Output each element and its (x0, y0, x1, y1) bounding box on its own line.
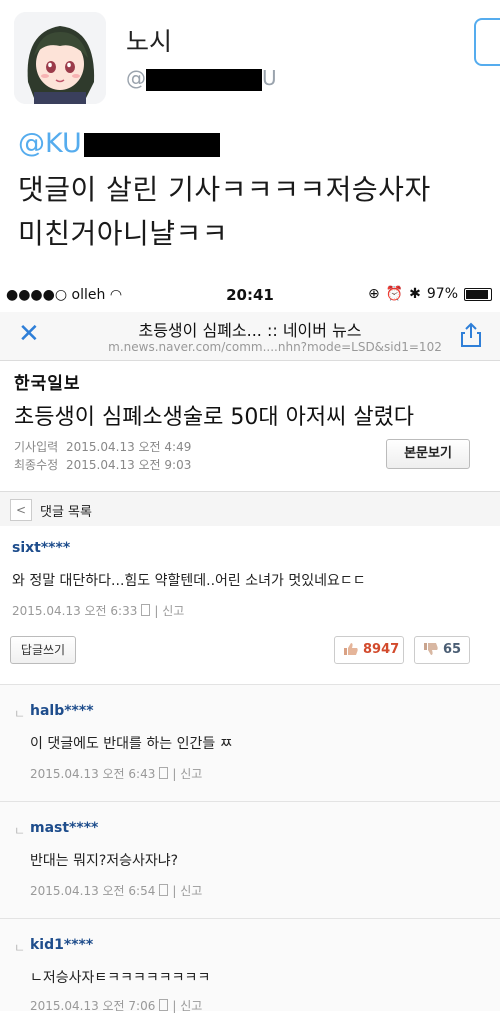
view-full-article-button[interactable]: 본문보기 (386, 439, 470, 469)
comment-date: 2015.04.13 오전 6:43 (30, 767, 156, 781)
edit-label: 최종수정 (14, 458, 59, 472)
comment-date: 2015.04.13 오전 6:54 (30, 884, 156, 898)
tweet-text-line-1: 댓글이 살린 기사ㅋㅋㅋㅋ저승사자 (18, 173, 431, 206)
article-input-time: 기사입력 2015.04.13 오전 4:49 (14, 438, 191, 455)
back-icon[interactable]: < (10, 499, 32, 521)
avatar[interactable] (14, 12, 106, 104)
report-link[interactable]: 신고 (180, 884, 202, 898)
comment-text: 와 정말 대단하다...힘도 약할텐데..어린 소녀가 멋있네요ㄷㄷ (12, 573, 366, 589)
thumbs-down-icon (424, 643, 438, 655)
mention-text: @KU (18, 128, 82, 159)
article-headline: 초등생이 심폐소생술로 50대 아저씨 살렸다 (14, 405, 415, 430)
handle-suffix: U (262, 66, 277, 90)
reply-mark: ㄴ (14, 707, 26, 721)
embedded-phone-screenshot: ●●●●○ olleh ◠ 20:41 ⊕ ⏰ ✱ 97% ✕ 초등생이 심폐소… (0, 278, 500, 1013)
redaction-bar (83, 132, 220, 157)
comment-list-label: 댓글 목록 (40, 505, 92, 520)
alarm-icon: ⊕ (367, 286, 380, 302)
page-title: 초등생이 심폐소... :: 네이버 뉴스 (138, 321, 362, 340)
thumbs-up-icon (344, 643, 358, 655)
report-link[interactable]: 신고 (180, 767, 202, 781)
article-header: 한국일보 초등생이 심폐소생술로 50대 아저씨 살렸다 기사입력 2015.0… (0, 361, 500, 473)
tweet-text-line-2: 미친거아니냘ㅋㅋ (18, 217, 229, 250)
edit-date: 2015.04.13 오전 9:03 (66, 458, 192, 472)
comment-author[interactable]: sixt**** (12, 540, 70, 556)
phone-icon (141, 604, 151, 616)
press-logo[interactable]: 한국일보 (14, 369, 81, 394)
battery-percent: 97% (426, 286, 458, 302)
reply-item: ㄴ mast**** 반대는 뭐지?저승사자냐? 2015.04.13 오전 6… (0, 802, 500, 919)
share-icon[interactable] (460, 322, 482, 348)
phone-icon (159, 767, 169, 779)
comment-meta: 2015.04.13 오전 7:06 | 신고 (30, 999, 203, 1013)
comment-author[interactable]: halb**** (30, 703, 94, 719)
status-bar: ●●●●○ olleh ◠ 20:41 ⊕ ⏰ ✱ 97% (0, 278, 500, 312)
comment-meta: 2015.04.13 오전 6:43 | 신고 (30, 767, 203, 781)
reply-mark: ㄴ (14, 941, 26, 955)
comment-meta: 2015.04.13 오전 6:54 | 신고 (30, 884, 203, 898)
battery-icon (464, 287, 492, 301)
like-count: 8947 (363, 642, 400, 657)
article-edit-time: 최종수정 2015.04.13 오전 9:03 (14, 456, 191, 473)
comment-author[interactable]: mast**** (30, 820, 98, 836)
comment-text: 이 댓글에도 반대를 하는 인간들 ㅉ (30, 736, 233, 752)
report-link[interactable]: 신고 (162, 604, 184, 618)
browser-nav-bar: ✕ 초등생이 심폐소... :: 네이버 뉴스 m.news.naver.com… (0, 312, 500, 361)
comment-author[interactable]: kid1**** (30, 937, 93, 953)
bluetooth-icon: ✱ (409, 286, 421, 302)
phone-icon (159, 999, 169, 1011)
input-label: 기사입력 (14, 440, 59, 454)
reply-item: ㄴ halb**** 이 댓글에도 반대를 하는 인간들 ㅉ 2015.04.1… (0, 685, 500, 802)
follow-button[interactable] (474, 18, 500, 66)
comment-date: 2015.04.13 오전 6:33 (12, 604, 138, 618)
phone-icon (159, 884, 169, 896)
comment-text: 반대는 뭐지?저승사자냐? (30, 853, 179, 869)
dislike-button[interactable]: 65 (414, 636, 470, 664)
comment-text: ㄴ저승사자ㅌㅋㅋㅋㅋㅋㅋㅋㅋ (30, 970, 211, 986)
status-right: ⊕ ⏰ ✱ 97% (368, 286, 492, 302)
comment-list-bar[interactable]: < 댓글 목록 (0, 491, 500, 527)
clock-icon: ⏰ (385, 286, 404, 302)
user-handle[interactable]: @ U (126, 66, 277, 91)
comment-item: sixt**** 와 정말 대단하다...힘도 약할텐데..어린 소녀가 멋있네… (0, 526, 500, 685)
like-button[interactable]: 8947 (334, 636, 404, 664)
write-reply-button[interactable]: 답글쓰기 (10, 636, 76, 664)
display-name[interactable]: 노시 (126, 22, 172, 58)
page-url[interactable]: m.news.naver.com/comm....nhn?mode=LSD&si… (0, 340, 500, 354)
handle-prefix: @ (126, 66, 146, 90)
input-date: 2015.04.13 오전 4:49 (66, 440, 192, 454)
tweet-card: 노시 @ U @KU 댓글이 살린 기사ㅋㅋㅋㅋ저승사자 미친거아니냘ㅋㅋ (0, 0, 500, 262)
dislike-count: 65 (443, 642, 462, 657)
comment-meta: 2015.04.13 오전 6:33 | 신고 (12, 604, 185, 618)
redaction-bar (146, 68, 262, 91)
reply-item: ㄴ kid1**** ㄴ저승사자ㅌㅋㅋㅋㅋㅋㅋㅋㅋ 2015.04.13 오전 … (0, 919, 500, 1013)
reply-mark: ㄴ (14, 824, 26, 838)
mention-link[interactable]: @KU (18, 128, 220, 159)
